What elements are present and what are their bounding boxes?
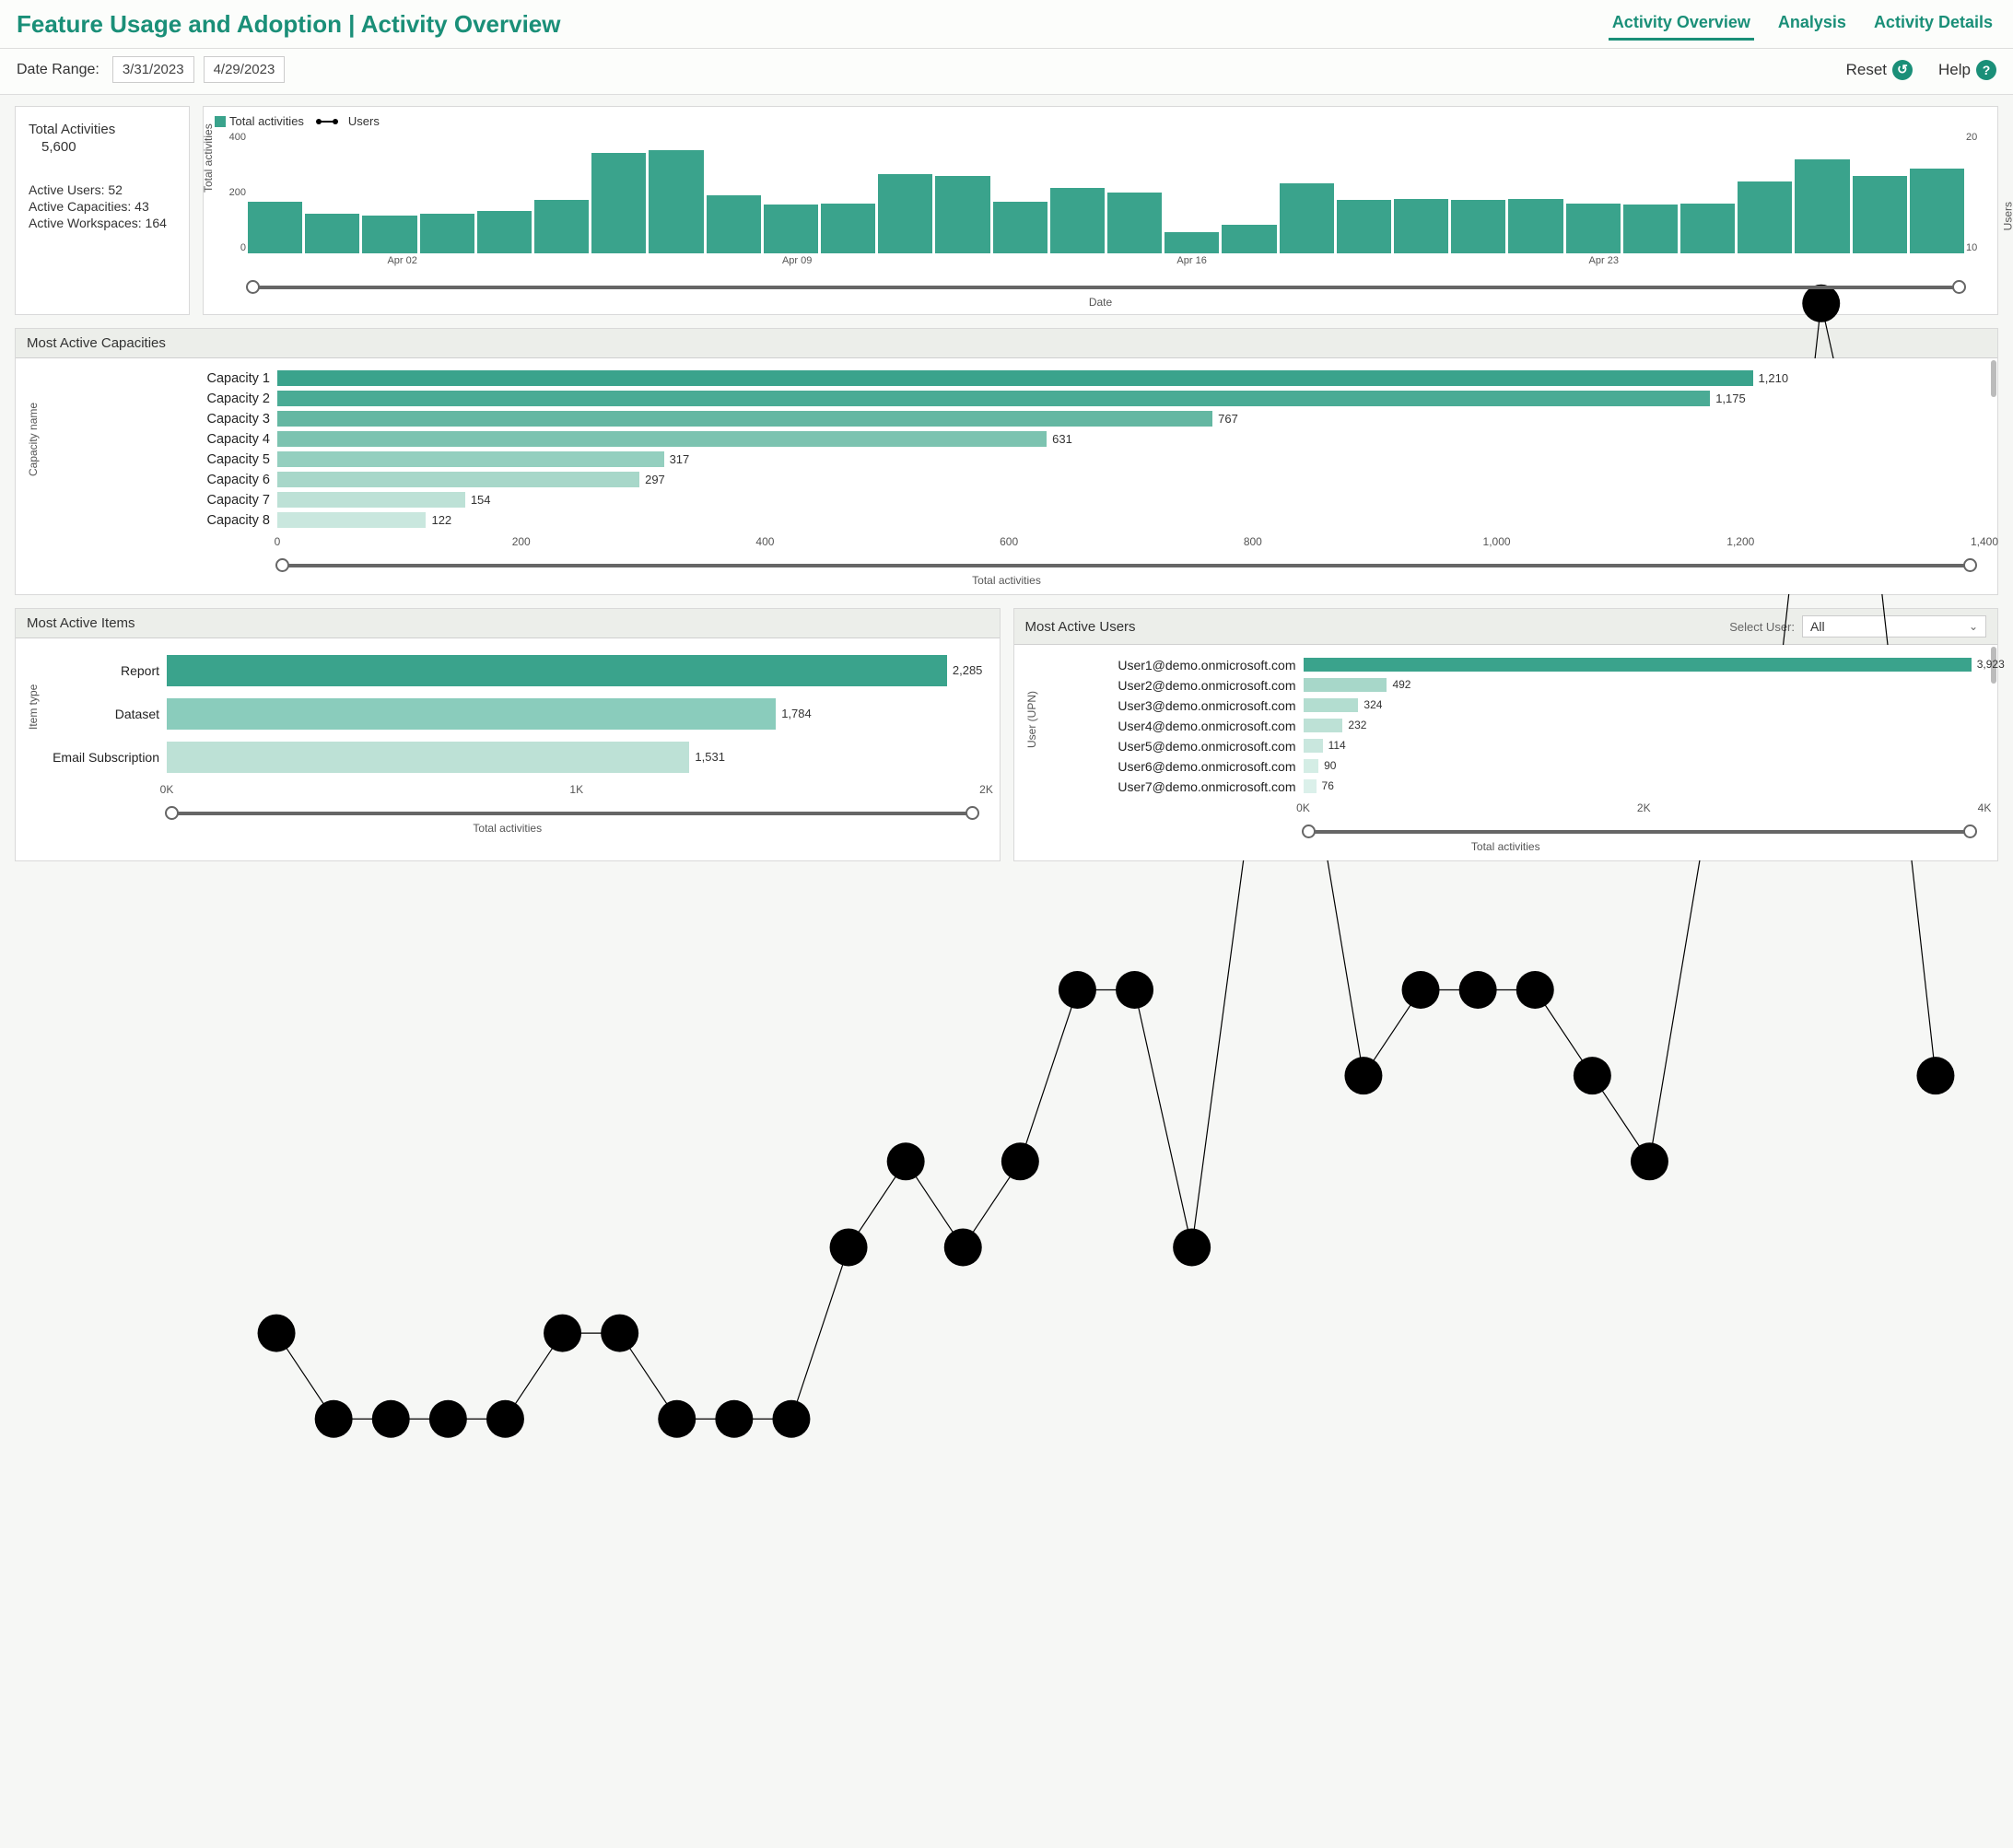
- help-button[interactable]: Help ?: [1938, 60, 1996, 80]
- slider-knob-left[interactable]: [275, 558, 289, 572]
- tabs: Activity Overview Analysis Activity Deta…: [1609, 7, 1996, 41]
- legend-users-label: Users: [348, 114, 380, 128]
- capacities-x-label: Total activities: [29, 574, 1984, 587]
- page-title: Feature Usage and Adoption | Activity Ov…: [17, 10, 1609, 39]
- slider-knob-right[interactable]: [1963, 825, 1977, 838]
- tab-analysis[interactable]: Analysis: [1774, 7, 1850, 41]
- users-x-label: Total activities: [1027, 840, 1985, 853]
- chevron-down-icon: ⌄: [1969, 620, 1978, 633]
- capacities-x-ticks: 02004006008001,0001,2001,400: [277, 535, 1984, 552]
- kpi-total-activities-value: 5,600: [41, 139, 176, 155]
- combo-chart: Total activities Users Total activities …: [203, 106, 1998, 315]
- capacities-card: Most Active Capacities Capacity name Cap…: [15, 328, 1998, 595]
- combo-y2-ticks: 20 10: [1966, 132, 1988, 253]
- items-slider[interactable]: [167, 809, 977, 818]
- legend-activities-label: Total activities: [229, 114, 304, 128]
- date-range-label: Date Range:: [17, 62, 99, 78]
- tab-activity-details[interactable]: Activity Details: [1870, 7, 1996, 41]
- combo-date-slider[interactable]: [248, 283, 1964, 292]
- kpi-active-workspaces: Active Workspaces: 164: [29, 216, 176, 230]
- combo-y1-ticks: 400 200 0: [218, 132, 246, 253]
- slider-knob-right[interactable]: [966, 806, 979, 820]
- capacities-chart[interactable]: Capacity 11,210Capacity 21,175Capacity 3…: [93, 368, 1984, 530]
- kpi-card: Total Activities 5,600 Active Users: 52 …: [15, 106, 190, 315]
- slider-knob-right[interactable]: [1963, 558, 1977, 572]
- combo-y1-label: Total activities: [202, 123, 215, 193]
- slider-knob-left[interactable]: [1302, 825, 1316, 838]
- legend-users-icon: [319, 121, 335, 123]
- users-card: Most Active Users Select User: All ⌄ Use…: [1013, 608, 1999, 861]
- slider-knob-right[interactable]: [1952, 280, 1966, 294]
- items-chart[interactable]: Report2,285Dataset1,784Email Subscriptio…: [38, 650, 987, 778]
- help-icon: ?: [1976, 60, 1996, 80]
- items-x-label: Total activities: [29, 822, 987, 835]
- date-end-input[interactable]: 4/29/2023: [204, 56, 286, 83]
- capacities-title: Most Active Capacities: [27, 335, 166, 351]
- kpi-total-activities-label: Total Activities: [29, 122, 176, 137]
- items-card: Most Active Items Item type Report2,285D…: [15, 608, 1001, 861]
- items-x-ticks: 0K1K2K: [167, 783, 987, 800]
- slider-knob-left[interactable]: [165, 806, 179, 820]
- date-start-input[interactable]: 3/31/2023: [112, 56, 194, 83]
- reset-icon: ↺: [1892, 60, 1913, 80]
- kpi-active-capacities: Active Capacities: 43: [29, 199, 176, 214]
- slider-knob-left[interactable]: [246, 280, 260, 294]
- reset-button[interactable]: Reset ↺: [1846, 60, 1913, 80]
- tab-activity-overview[interactable]: Activity Overview: [1609, 7, 1754, 41]
- capacities-y-label: Capacity name: [27, 403, 40, 476]
- help-label: Help: [1938, 61, 1971, 79]
- users-chart[interactable]: User1@demo.onmicrosoft.com3,923User2@dem…: [1036, 655, 1985, 796]
- users-x-ticks: 0K2K4K: [1304, 801, 1985, 818]
- users-slider[interactable]: [1304, 827, 1976, 836]
- combo-y2-label: Users: [2001, 202, 2013, 230]
- capacities-scrollbar[interactable]: [1991, 360, 1996, 397]
- reset-label: Reset: [1846, 61, 1887, 79]
- kpi-active-users: Active Users: 52: [29, 182, 176, 197]
- legend-activities-icon: [215, 116, 226, 127]
- combo-x-ticks: Apr 02Apr 09Apr 16Apr 23: [248, 255, 1964, 270]
- capacities-slider[interactable]: [277, 561, 1975, 570]
- items-title: Most Active Items: [27, 615, 135, 631]
